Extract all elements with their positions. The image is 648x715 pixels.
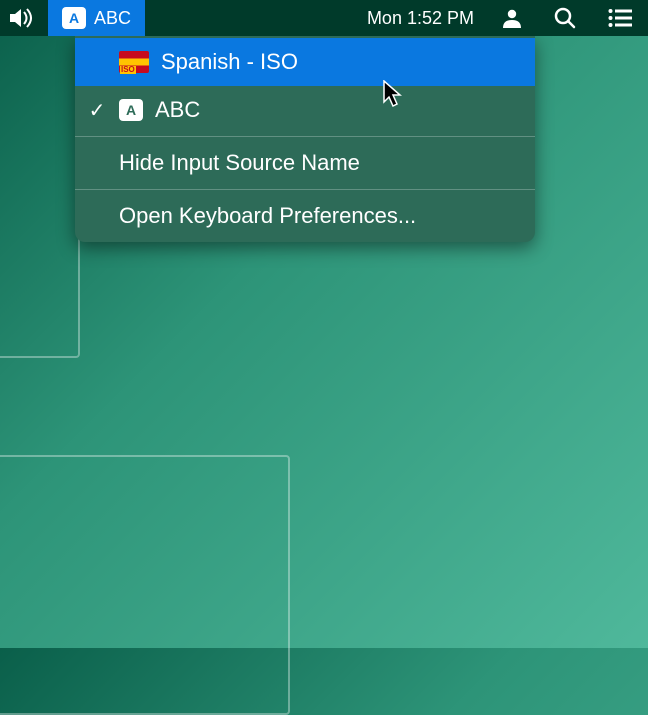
menubar: A ABC Mon 1:52 PM xyxy=(0,0,648,36)
volume-menu[interactable] xyxy=(0,0,48,36)
notification-center[interactable] xyxy=(592,0,648,36)
hide-input-source-name[interactable]: Hide Input Source Name xyxy=(75,139,535,187)
input-source-item-spanish[interactable]: ISO Spanish - ISO xyxy=(75,38,535,86)
flag-es-icon: ISO xyxy=(119,51,149,73)
spotlight-search[interactable] xyxy=(538,0,592,36)
menu-item-label: Spanish - ISO xyxy=(161,49,298,75)
list-icon xyxy=(608,9,632,27)
user-menu[interactable] xyxy=(486,0,538,36)
user-icon xyxy=(502,8,522,28)
input-source-item-abc[interactable]: ✓ A ABC xyxy=(75,86,535,134)
menu-item-label: Open Keyboard Preferences... xyxy=(119,203,416,229)
menu-item-label: ABC xyxy=(155,97,200,123)
datetime-menu[interactable]: Mon 1:52 PM xyxy=(355,0,486,36)
input-source-dropdown: ISO Spanish - ISO ✓ A ABC Hide Input Sou… xyxy=(75,36,535,242)
input-source-label: ABC xyxy=(94,8,131,29)
checkmark-icon: ✓ xyxy=(87,98,107,123)
search-icon xyxy=(554,7,576,29)
menu-separator xyxy=(75,136,535,137)
wallpaper-shape xyxy=(0,28,80,358)
volume-icon xyxy=(10,8,34,28)
input-source-badge-icon: A xyxy=(62,7,86,29)
input-source-menu[interactable]: A ABC xyxy=(48,0,145,36)
datetime-text: Mon 1:52 PM xyxy=(367,8,474,29)
menu-item-label: Hide Input Source Name xyxy=(119,150,360,176)
menu-separator xyxy=(75,189,535,190)
open-keyboard-preferences[interactable]: Open Keyboard Preferences... xyxy=(75,192,535,240)
wallpaper-shape xyxy=(0,455,290,715)
abc-badge-icon: A xyxy=(119,99,143,121)
